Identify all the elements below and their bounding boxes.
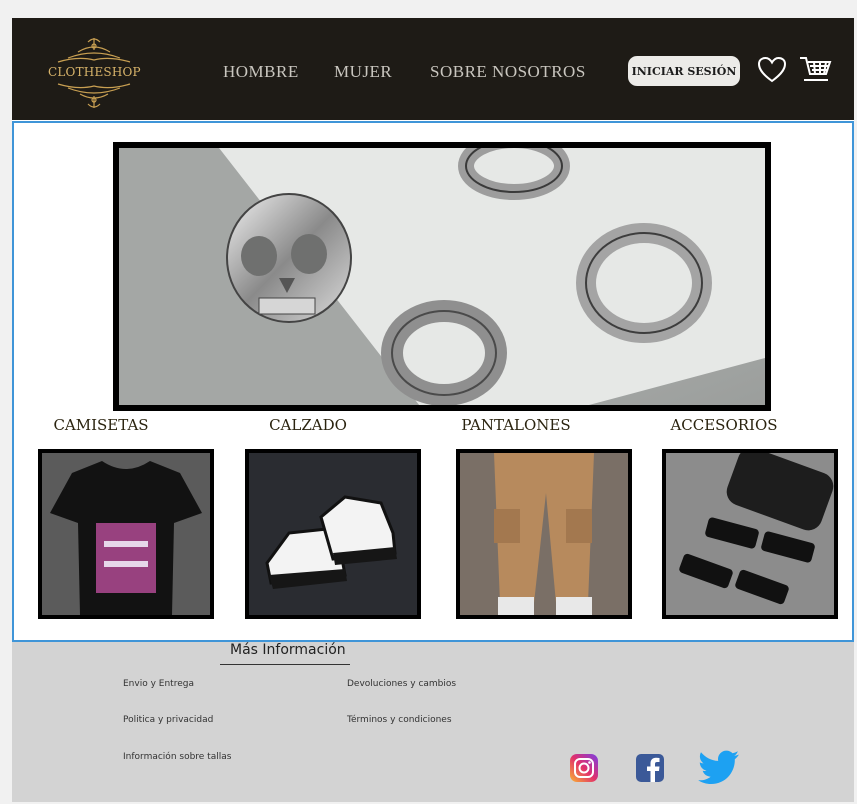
site-header: CLOTHESHOP HOMBRE MUJER SOBRE NOSOTROS I…: [12, 18, 854, 120]
nav-hombre[interactable]: HOMBRE: [223, 62, 299, 82]
hero-banner-image[interactable]: [113, 142, 771, 411]
category-title-calzado[interactable]: CALZADO: [218, 416, 398, 434]
category-image-accesorios[interactable]: [662, 449, 838, 619]
category-image-camisetas[interactable]: [38, 449, 214, 619]
facebook-icon[interactable]: [636, 754, 664, 787]
link-terminos[interactable]: Términos y condiciones: [347, 715, 452, 725]
footer-title: Más Información: [230, 642, 346, 658]
heart-icon[interactable]: [757, 56, 787, 89]
page-frame: CLOTHESHOP HOMBRE MUJER SOBRE NOSOTROS I…: [12, 18, 854, 802]
shop-logo[interactable]: CLOTHESHOP: [48, 36, 141, 110]
black-tshirt-photo: [42, 453, 210, 615]
link-devoluciones[interactable]: Devoluciones y cambios: [347, 679, 456, 689]
sneakers-photo: [249, 453, 417, 615]
silver-rings-photo: [119, 148, 765, 405]
logo-text: CLOTHESHOP: [48, 65, 141, 79]
site-footer: Más Información Envio y Entrega Politica…: [12, 642, 854, 802]
cart-icon[interactable]: [798, 54, 832, 91]
twitter-icon[interactable]: [698, 750, 740, 791]
sunglasses-photo: [666, 453, 834, 615]
category-title-accesorios[interactable]: ACCESORIOS: [634, 416, 814, 434]
link-politica[interactable]: Politica y privacidad: [123, 715, 213, 725]
category-image-pantalones[interactable]: [456, 449, 632, 619]
nav-sobre-nosotros[interactable]: SOBRE NOSOTROS: [430, 62, 586, 82]
footer-title-underline: [220, 664, 350, 665]
nav-mujer[interactable]: MUJER: [334, 62, 392, 82]
login-button[interactable]: INICIAR SESIÓN: [628, 56, 740, 86]
main-content: CAMISETAS CALZADO PANTALONES ACCESORIOS: [12, 121, 854, 642]
link-tallas[interactable]: Información sobre tallas: [123, 752, 231, 762]
instagram-icon[interactable]: [570, 754, 598, 787]
category-title-camisetas[interactable]: CAMISETAS: [11, 416, 191, 434]
link-envio[interactable]: Envio y Entrega: [123, 679, 194, 689]
cargo-pants-photo: [460, 453, 628, 615]
category-image-calzado[interactable]: [245, 449, 421, 619]
category-title-pantalones[interactable]: PANTALONES: [426, 416, 606, 434]
